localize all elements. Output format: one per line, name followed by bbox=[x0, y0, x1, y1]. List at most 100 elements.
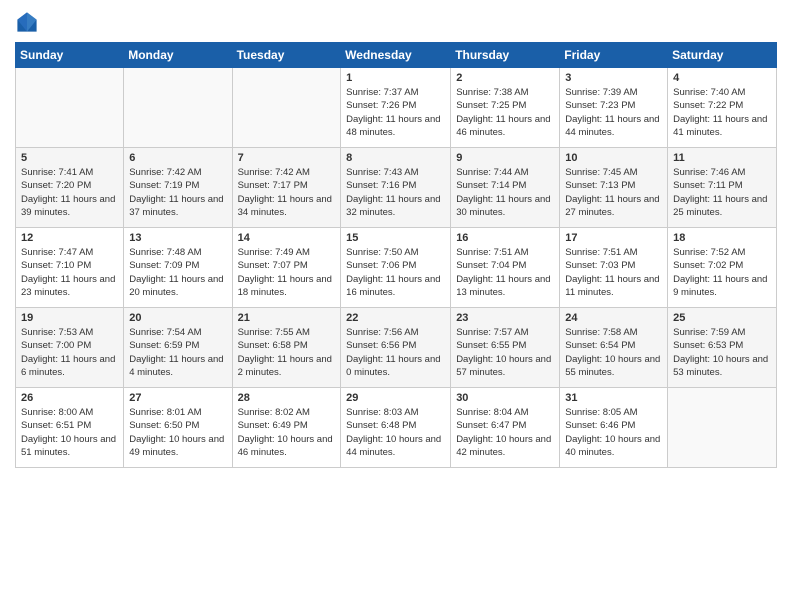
day-number: 23 bbox=[456, 312, 554, 324]
calendar-cell: 31 Sunrise: 8:05 AM Sunset: 6:46 PM Dayli… bbox=[560, 388, 668, 468]
day-info: Sunrise: 7:54 AM Sunset: 6:59 PM Dayligh… bbox=[129, 326, 226, 379]
calendar-cell: 18 Sunrise: 7:52 AM Sunset: 7:02 PM Dayli… bbox=[668, 228, 777, 308]
calendar-cell: 6 Sunrise: 7:42 AM Sunset: 7:19 PM Daylig… bbox=[124, 148, 232, 228]
weekday-header-monday: Monday bbox=[124, 43, 232, 68]
day-number: 30 bbox=[456, 392, 554, 404]
calendar-cell: 2Sunrise: 7:38 AM Sunset: 7:25 PM Daylig… bbox=[451, 68, 560, 148]
day-info: Sunrise: 7:58 AM Sunset: 6:54 PM Dayligh… bbox=[565, 326, 662, 379]
day-number: 12 bbox=[21, 232, 118, 244]
week-row-2: 5 Sunrise: 7:41 AM Sunset: 7:20 PM Daylig… bbox=[16, 148, 777, 228]
calendar-cell: 14 Sunrise: 7:49 AM Sunset: 7:07 PM Dayli… bbox=[232, 228, 341, 308]
day-info: Sunrise: 7:59 AM Sunset: 6:53 PM Dayligh… bbox=[673, 326, 771, 379]
week-row-4: 19 Sunrise: 7:53 AM Sunset: 7:00 PM Dayli… bbox=[16, 308, 777, 388]
calendar-cell: 3 Sunrise: 7:39 AM Sunset: 7:23 PM Daylig… bbox=[560, 68, 668, 148]
day-number: 22 bbox=[346, 312, 445, 324]
calendar-cell: 22Sunrise: 7:56 AM Sunset: 6:56 PM Dayli… bbox=[341, 308, 451, 388]
day-info: Sunrise: 7:46 AM Sunset: 7:11 PM Dayligh… bbox=[673, 166, 771, 219]
weekday-header-friday: Friday bbox=[560, 43, 668, 68]
day-number: 25 bbox=[673, 312, 771, 324]
calendar-cell: 15 Sunrise: 7:50 AM Sunset: 7:06 PM Dayli… bbox=[341, 228, 451, 308]
day-info: Sunrise: 8:05 AM Sunset: 6:46 PM Dayligh… bbox=[565, 406, 662, 459]
day-number: 1 bbox=[346, 72, 445, 84]
day-info: Sunrise: 7:55 AM Sunset: 6:58 PM Dayligh… bbox=[238, 326, 336, 379]
day-info: Sunrise: 7:45 AM Sunset: 7:13 PM Dayligh… bbox=[565, 166, 662, 219]
calendar-cell: 24Sunrise: 7:58 AM Sunset: 6:54 PM Dayli… bbox=[560, 308, 668, 388]
page-container: SundayMondayTuesdayWednesdayThursdayFrid… bbox=[0, 0, 792, 478]
calendar-cell: 19 Sunrise: 7:53 AM Sunset: 7:00 PM Dayli… bbox=[16, 308, 124, 388]
logo bbox=[15, 10, 43, 34]
day-info: Sunrise: 8:04 AM Sunset: 6:47 PM Dayligh… bbox=[456, 406, 554, 459]
calendar-cell: 8 Sunrise: 7:43 AM Sunset: 7:16 PM Daylig… bbox=[341, 148, 451, 228]
calendar-cell: 13Sunrise: 7:48 AM Sunset: 7:09 PM Dayli… bbox=[124, 228, 232, 308]
calendar-cell: 4 Sunrise: 7:40 AM Sunset: 7:22 PM Daylig… bbox=[668, 68, 777, 148]
day-info: Sunrise: 7:42 AM Sunset: 7:19 PM Dayligh… bbox=[129, 166, 226, 219]
calendar-cell bbox=[124, 68, 232, 148]
day-number: 28 bbox=[238, 392, 336, 404]
day-info: Sunrise: 7:51 AM Sunset: 7:03 PM Dayligh… bbox=[565, 246, 662, 299]
calendar-cell: 30 Sunrise: 8:04 AM Sunset: 6:47 PM Dayli… bbox=[451, 388, 560, 468]
day-number: 18 bbox=[673, 232, 771, 244]
week-row-1: 1 Sunrise: 7:37 AM Sunset: 7:26 PM Daylig… bbox=[16, 68, 777, 148]
day-info: Sunrise: 8:02 AM Sunset: 6:49 PM Dayligh… bbox=[238, 406, 336, 459]
weekday-header-row: SundayMondayTuesdayWednesdayThursdayFrid… bbox=[16, 43, 777, 68]
day-number: 10 bbox=[565, 152, 662, 164]
day-info: Sunrise: 7:40 AM Sunset: 7:22 PM Dayligh… bbox=[673, 86, 771, 139]
day-info: Sunrise: 7:53 AM Sunset: 7:00 PM Dayligh… bbox=[21, 326, 118, 379]
day-number: 7 bbox=[238, 152, 336, 164]
day-info: Sunrise: 8:03 AM Sunset: 6:48 PM Dayligh… bbox=[346, 406, 445, 459]
day-number: 26 bbox=[21, 392, 118, 404]
calendar-cell: 21Sunrise: 7:55 AM Sunset: 6:58 PM Dayli… bbox=[232, 308, 341, 388]
calendar-cell: 7Sunrise: 7:42 AM Sunset: 7:17 PM Daylig… bbox=[232, 148, 341, 228]
day-info: Sunrise: 7:43 AM Sunset: 7:16 PM Dayligh… bbox=[346, 166, 445, 219]
calendar-cell: 23 Sunrise: 7:57 AM Sunset: 6:55 PM Dayli… bbox=[451, 308, 560, 388]
day-info: Sunrise: 7:52 AM Sunset: 7:02 PM Dayligh… bbox=[673, 246, 771, 299]
day-number: 15 bbox=[346, 232, 445, 244]
calendar-cell bbox=[668, 388, 777, 468]
weekday-header-tuesday: Tuesday bbox=[232, 43, 341, 68]
day-number: 27 bbox=[129, 392, 226, 404]
calendar-cell: 12 Sunrise: 7:47 AM Sunset: 7:10 PM Dayli… bbox=[16, 228, 124, 308]
calendar-cell: 29 Sunrise: 8:03 AM Sunset: 6:48 PM Dayli… bbox=[341, 388, 451, 468]
day-number: 4 bbox=[673, 72, 771, 84]
day-number: 17 bbox=[565, 232, 662, 244]
logo-icon bbox=[15, 10, 39, 34]
day-number: 9 bbox=[456, 152, 554, 164]
day-info: Sunrise: 8:00 AM Sunset: 6:51 PM Dayligh… bbox=[21, 406, 118, 459]
day-info: Sunrise: 7:44 AM Sunset: 7:14 PM Dayligh… bbox=[456, 166, 554, 219]
calendar-cell: 25 Sunrise: 7:59 AM Sunset: 6:53 PM Dayli… bbox=[668, 308, 777, 388]
day-info: Sunrise: 7:50 AM Sunset: 7:06 PM Dayligh… bbox=[346, 246, 445, 299]
day-number: 29 bbox=[346, 392, 445, 404]
day-info: Sunrise: 7:37 AM Sunset: 7:26 PM Dayligh… bbox=[346, 86, 445, 139]
day-info: Sunrise: 7:49 AM Sunset: 7:07 PM Dayligh… bbox=[238, 246, 336, 299]
day-number: 14 bbox=[238, 232, 336, 244]
day-info: Sunrise: 7:41 AM Sunset: 7:20 PM Dayligh… bbox=[21, 166, 118, 219]
day-info: Sunrise: 7:57 AM Sunset: 6:55 PM Dayligh… bbox=[456, 326, 554, 379]
calendar-table: SundayMondayTuesdayWednesdayThursdayFrid… bbox=[15, 42, 777, 468]
calendar-cell: 26 Sunrise: 8:00 AM Sunset: 6:51 PM Dayli… bbox=[16, 388, 124, 468]
calendar-cell: 16 Sunrise: 7:51 AM Sunset: 7:04 PM Dayli… bbox=[451, 228, 560, 308]
calendar-cell: 28 Sunrise: 8:02 AM Sunset: 6:49 PM Dayli… bbox=[232, 388, 341, 468]
day-number: 8 bbox=[346, 152, 445, 164]
day-info: Sunrise: 7:48 AM Sunset: 7:09 PM Dayligh… bbox=[129, 246, 226, 299]
day-number: 19 bbox=[21, 312, 118, 324]
day-number: 3 bbox=[565, 72, 662, 84]
calendar-cell: 1 Sunrise: 7:37 AM Sunset: 7:26 PM Daylig… bbox=[341, 68, 451, 148]
weekday-header-wednesday: Wednesday bbox=[341, 43, 451, 68]
day-number: 5 bbox=[21, 152, 118, 164]
header bbox=[15, 10, 777, 34]
day-number: 16 bbox=[456, 232, 554, 244]
day-number: 31 bbox=[565, 392, 662, 404]
calendar-cell: 5 Sunrise: 7:41 AM Sunset: 7:20 PM Daylig… bbox=[16, 148, 124, 228]
day-number: 20 bbox=[129, 312, 226, 324]
day-number: 11 bbox=[673, 152, 771, 164]
day-info: Sunrise: 7:39 AM Sunset: 7:23 PM Dayligh… bbox=[565, 86, 662, 139]
calendar-cell: 20 Sunrise: 7:54 AM Sunset: 6:59 PM Dayli… bbox=[124, 308, 232, 388]
day-info: Sunrise: 7:47 AM Sunset: 7:10 PM Dayligh… bbox=[21, 246, 118, 299]
day-info: Sunrise: 8:01 AM Sunset: 6:50 PM Dayligh… bbox=[129, 406, 226, 459]
day-number: 6 bbox=[129, 152, 226, 164]
week-row-3: 12 Sunrise: 7:47 AM Sunset: 7:10 PM Dayli… bbox=[16, 228, 777, 308]
day-info: Sunrise: 7:51 AM Sunset: 7:04 PM Dayligh… bbox=[456, 246, 554, 299]
day-number: 2 bbox=[456, 72, 554, 84]
calendar-cell: 11 Sunrise: 7:46 AM Sunset: 7:11 PM Dayli… bbox=[668, 148, 777, 228]
calendar-cell: 17 Sunrise: 7:51 AM Sunset: 7:03 PM Dayli… bbox=[560, 228, 668, 308]
